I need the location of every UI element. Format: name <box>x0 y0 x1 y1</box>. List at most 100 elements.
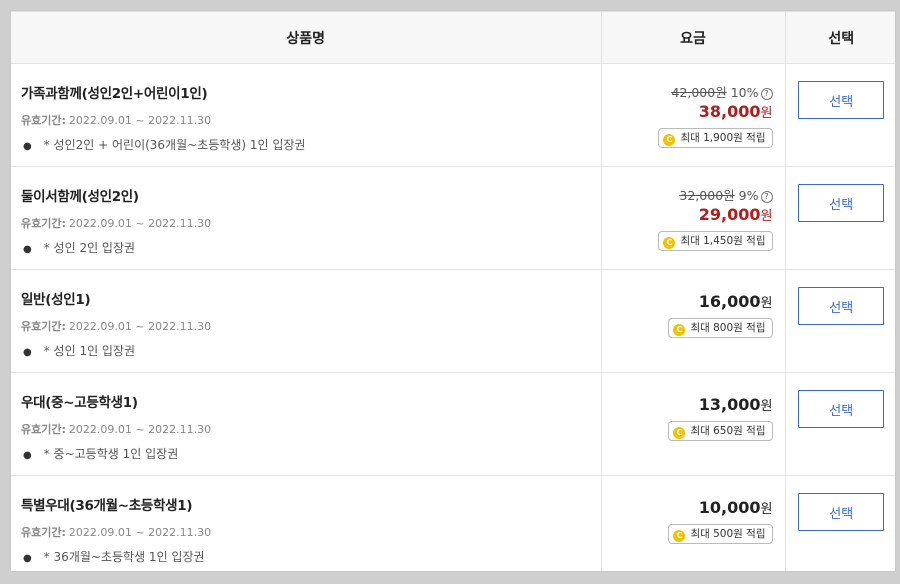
select-button[interactable]: 선택 <box>798 81 885 119</box>
validity-label: 유효기간: <box>21 217 66 230</box>
select-button[interactable]: 선택 <box>798 184 885 222</box>
original-price-line: 32,000원 9%? <box>608 185 773 204</box>
price-cell: 13,000원 C 최대 650원 적립 <box>600 372 785 476</box>
points-badge: C 최대 500원 적립 <box>668 524 773 544</box>
select-cell: 선택 <box>784 63 895 167</box>
product-table-panel: 상품명 요금 선택 가족과함께(성인2인+어린이1인) 유효기간: 2022.09… <box>10 10 896 572</box>
validity-period: 유효기간: 2022.09.01 ~ 2022.11.30 <box>21 215 591 231</box>
sale-price: 10,000원 <box>608 498 773 517</box>
product-description: ● * 36개월~초등학생 1인 입장권 <box>21 548 591 565</box>
price-cell: 32,000원 9%? 29,000원 C 최대 1,450원 적립 <box>600 166 785 270</box>
select-cell: 선택 <box>784 372 895 476</box>
description-text: * 성인 1인 입장권 <box>43 344 136 358</box>
description-text: * 중~고등학생 1인 입장권 <box>43 447 179 461</box>
bullet-icon: ● <box>23 450 32 461</box>
points-text: 최대 1,450원 적립 <box>680 235 766 247</box>
price-cell: 42,000원 10%? 38,000원 C 최대 1,900원 적립 <box>600 63 785 167</box>
validity-dates: 2022.09.01 ~ 2022.11.30 <box>68 320 212 333</box>
select-cell: 선택 <box>784 166 895 270</box>
help-icon[interactable]: ? <box>760 88 773 100</box>
validity-period: 유효기간: 2022.09.01 ~ 2022.11.30 <box>21 112 591 128</box>
product-info-cell: 특별우대(36개월~초등학생1) 유효기간: 2022.09.01 ~ 2022.… <box>11 475 601 571</box>
select-button[interactable]: 선택 <box>798 493 885 531</box>
bullet-icon: ● <box>23 244 32 255</box>
bullet-icon: ● <box>23 347 32 358</box>
select-button[interactable]: 선택 <box>798 287 885 325</box>
validity-label: 유효기간: <box>21 320 66 333</box>
original-price-line: 42,000원 10%? <box>608 82 773 101</box>
points-badge: C 최대 1,900원 적립 <box>658 128 773 148</box>
product-name: 우대(중~고등학생1) <box>21 395 138 411</box>
help-icon[interactable]: ? <box>760 191 773 203</box>
points-text: 최대 1,900원 적립 <box>680 132 766 144</box>
bullet-icon: ● <box>23 141 32 152</box>
coin-icon: C <box>663 237 676 249</box>
product-name: 일반(성인1) <box>21 292 91 308</box>
table-row: 일반(성인1) 유효기간: 2022.09.01 ~ 2022.11.30 ● * … <box>11 269 895 373</box>
sale-price-value: 29,000 <box>698 205 761 224</box>
discount-rate: 9% <box>738 188 759 203</box>
validity-dates: 2022.09.01 ~ 2022.11.30 <box>68 423 212 436</box>
currency-unit: 원 <box>760 502 773 517</box>
product-info-cell: 우대(중~고등학생1) 유효기간: 2022.09.01 ~ 2022.11.30… <box>11 372 601 476</box>
original-price: 42,000원 <box>671 85 727 100</box>
header-price: 요금 <box>600 11 785 64</box>
sale-price-value: 10,000 <box>698 498 761 517</box>
validity-period: 유효기간: 2022.09.01 ~ 2022.11.30 <box>21 318 591 334</box>
sale-price: 13,000원 <box>608 395 773 414</box>
product-info-cell: 일반(성인1) 유효기간: 2022.09.01 ~ 2022.11.30 ● * … <box>11 269 601 373</box>
product-name: 특별우대(36개월~초등학생1) <box>21 498 193 514</box>
currency-unit: 원 <box>760 106 773 121</box>
table-row: 특별우대(36개월~초등학생1) 유효기간: 2022.09.01 ~ 2022.… <box>11 475 895 571</box>
product-description: ● * 성인 2인 입장권 <box>21 239 591 256</box>
sale-price: 29,000원 <box>608 205 773 224</box>
original-price: 32,000원 <box>679 188 735 203</box>
coin-icon: C <box>673 530 686 542</box>
table-row: 우대(중~고등학생1) 유효기간: 2022.09.01 ~ 2022.11.30… <box>11 372 895 476</box>
table-header-row: 상품명 요금 선택 <box>11 11 895 64</box>
header-select: 선택 <box>784 11 895 64</box>
select-cell: 선택 <box>784 475 895 571</box>
sale-price-value: 16,000 <box>698 292 761 311</box>
validity-dates: 2022.09.01 ~ 2022.11.30 <box>68 217 212 230</box>
table-row: 가족과함께(성인2인+어린이1인) 유효기간: 2022.09.01 ~ 2022… <box>11 63 895 167</box>
validity-label: 유효기간: <box>21 526 66 539</box>
validity-label: 유효기간: <box>21 423 66 436</box>
points-text: 최대 500원 적립 <box>690 528 766 540</box>
product-description: ● * 중~고등학생 1인 입장권 <box>21 445 591 462</box>
product-name: 둘이서함께(성인2인) <box>21 189 139 205</box>
product-info-cell: 둘이서함께(성인2인) 유효기간: 2022.09.01 ~ 2022.11.30… <box>11 166 601 270</box>
sale-price-value: 13,000 <box>698 395 761 414</box>
validity-label: 유효기간: <box>21 114 66 127</box>
points-badge: C 최대 650원 적립 <box>668 421 773 441</box>
coin-icon: C <box>673 427 686 439</box>
sale-price: 16,000원 <box>608 292 773 311</box>
table-row: 둘이서함께(성인2인) 유효기간: 2022.09.01 ~ 2022.11.30… <box>11 166 895 270</box>
currency-unit: 원 <box>760 296 773 311</box>
discount-rate: 10% <box>730 85 759 100</box>
currency-unit: 원 <box>760 209 773 224</box>
validity-dates: 2022.09.01 ~ 2022.11.30 <box>68 114 212 127</box>
coin-icon: C <box>673 324 686 336</box>
product-info-cell: 가족과함께(성인2인+어린이1인) 유효기간: 2022.09.01 ~ 2022… <box>11 63 601 167</box>
validity-period: 유효기간: 2022.09.01 ~ 2022.11.30 <box>21 524 591 540</box>
description-text: * 성인 2인 입장권 <box>43 241 136 255</box>
bullet-icon: ● <box>23 553 32 564</box>
validity-dates: 2022.09.01 ~ 2022.11.30 <box>68 526 212 539</box>
select-button[interactable]: 선택 <box>798 390 885 428</box>
product-description: ● * 성인 1인 입장권 <box>21 342 591 359</box>
points-badge: C 최대 800원 적립 <box>668 318 773 338</box>
validity-period: 유효기간: 2022.09.01 ~ 2022.11.30 <box>21 421 591 437</box>
coin-icon: C <box>663 134 676 146</box>
header-product-name: 상품명 <box>11 11 601 64</box>
sale-price-value: 38,000 <box>698 102 761 121</box>
description-text: * 36개월~초등학생 1인 입장권 <box>43 550 205 564</box>
sale-price: 38,000원 <box>608 102 773 121</box>
description-text: * 성인2인 + 어린이(36개월~초등학생) 1인 입장권 <box>43 138 306 152</box>
points-badge: C 최대 1,450원 적립 <box>658 231 773 251</box>
currency-unit: 원 <box>760 399 773 414</box>
product-name: 가족과함께(성인2인+어린이1인) <box>21 86 208 102</box>
product-description: ● * 성인2인 + 어린이(36개월~초등학생) 1인 입장권 <box>21 136 591 153</box>
product-table: 상품명 요금 선택 가족과함께(성인2인+어린이1인) 유효기간: 2022.09… <box>11 11 895 571</box>
points-text: 최대 800원 적립 <box>690 322 766 334</box>
